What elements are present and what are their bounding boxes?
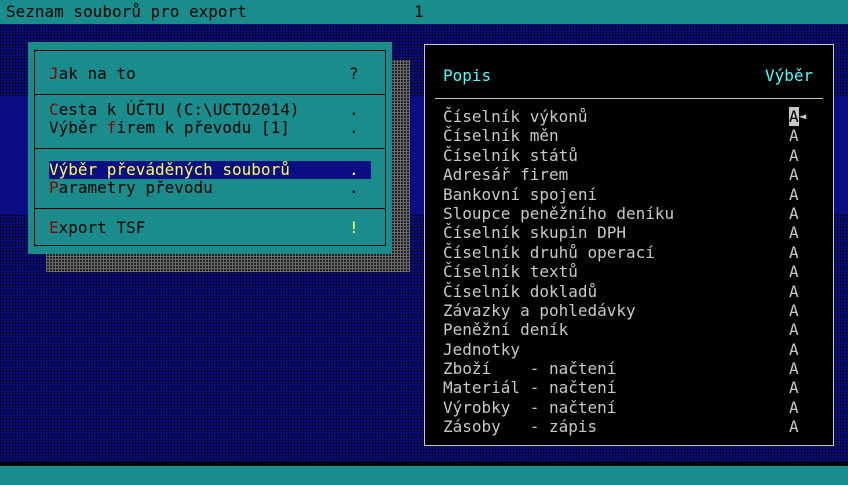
selection-value[interactable]: A xyxy=(789,243,799,262)
menu-mark: . xyxy=(349,178,359,197)
list-item[interactable]: Závazky a pohledávky A xyxy=(443,301,819,320)
list-item[interactable]: Materiál - načtení A xyxy=(443,378,819,397)
file-name: Jednotky xyxy=(443,339,521,359)
selection-value[interactable]: A xyxy=(789,107,799,126)
title-bar: Seznam souborů pro export 1 xyxy=(0,0,848,24)
hotkey: f xyxy=(106,118,117,137)
hotkey: J xyxy=(49,64,59,83)
selection-value[interactable]: A xyxy=(789,282,799,301)
status-bar xyxy=(0,466,848,485)
file-name: Zásoby - zápis xyxy=(443,417,598,437)
hotkey: E xyxy=(49,218,59,237)
list-item[interactable]: Adresář firem A xyxy=(443,165,819,184)
menu-item-vyber-souboru[interactable]: Výběr převáděných souborů xyxy=(49,161,290,179)
header-selection: Výběr xyxy=(765,66,814,85)
menu-mark: . xyxy=(349,160,359,179)
list-item[interactable]: Zásoby - zápis A xyxy=(443,417,819,436)
file-name: Číselník dokladů xyxy=(443,281,598,301)
file-name: Číselník výkonů xyxy=(443,107,588,126)
selection-value[interactable]: A xyxy=(789,185,799,204)
selection-value[interactable]: A xyxy=(789,417,799,436)
selection-value[interactable]: A xyxy=(789,398,799,417)
file-name: Číselník měn xyxy=(443,126,559,146)
menu-item-label: xport TSF xyxy=(58,218,146,237)
file-list-panel: Popis Výběr Číselník výkonů A ◄ Číselník m… xyxy=(424,44,834,446)
list-item[interactable]: Číselník výkonů A ◄ xyxy=(443,107,819,126)
window-title: Seznam souborů pro export xyxy=(6,2,247,21)
file-list: Číselník výkonů A ◄ Číselník měn A Číselník… xyxy=(443,107,819,437)
list-item[interactable]: Peněžní deník A xyxy=(443,320,819,339)
menu-item-export-tsf[interactable]: Export TSF xyxy=(49,219,145,237)
file-name: Peněžní deník xyxy=(443,320,569,340)
menu-frame: Jak na to ? Cesta k ÚČTU (C:\UCTO2014) .… xyxy=(34,50,386,246)
list-item[interactable]: Jednotky A xyxy=(443,340,819,359)
list-item[interactable]: Číselník skupin DPH A xyxy=(443,223,819,242)
selection-value[interactable]: A xyxy=(789,146,799,165)
header-description: Popis xyxy=(443,66,492,85)
menu-item-vyber-firem[interactable]: Výběr firem k převodu [1] xyxy=(49,119,290,137)
list-item[interactable]: Sloupce peněžního deníku A xyxy=(443,204,819,223)
selection-value[interactable]: A xyxy=(789,320,799,339)
help-mark: ? xyxy=(349,64,359,83)
hotkey: C xyxy=(49,100,59,119)
file-name: Bankovní spojení xyxy=(443,184,598,204)
menu-mark: . xyxy=(349,100,359,119)
menu-item-label-pre: Výběr xyxy=(49,118,107,137)
selection-value[interactable]: A xyxy=(789,223,799,242)
menu-mark: ! xyxy=(349,218,359,237)
selection-value[interactable]: A xyxy=(789,301,799,320)
menu-separator xyxy=(35,148,385,149)
menu-separator xyxy=(35,94,385,95)
header-divider xyxy=(435,98,823,99)
hotkey: P xyxy=(49,178,59,197)
file-name: Číselník druhů operací xyxy=(443,242,655,262)
list-item[interactable]: Číselník dokladů A xyxy=(443,282,819,301)
selection-value[interactable]: A xyxy=(789,262,799,281)
file-name: Adresář firem xyxy=(443,165,569,185)
menu-item-parametry[interactable]: Parametry převodu xyxy=(49,179,213,197)
file-name: Sloupce peněžního deníku xyxy=(443,203,675,223)
list-item[interactable]: Bankovní spojení A xyxy=(443,185,819,204)
list-item[interactable]: Výrobky - načtení A xyxy=(443,398,819,417)
file-name: Výrobky - načtení xyxy=(443,397,617,417)
menu-mark: . xyxy=(349,118,359,137)
menu-separator xyxy=(35,208,385,209)
file-name: Číselník textů xyxy=(443,262,578,282)
selection-value[interactable]: A xyxy=(789,165,799,184)
menu-item-label: esta k ÚČTU (C:\UCTO2014) xyxy=(58,100,300,119)
list-item[interactable]: Číselník druhů operací A xyxy=(443,243,819,262)
list-item[interactable]: Zboží - načtení A xyxy=(443,359,819,378)
selection-value[interactable]: A xyxy=(789,359,799,378)
menu-item-label: arametry převodu xyxy=(58,178,213,197)
cursor-arrow-icon: ◄ xyxy=(799,109,807,123)
selection-value[interactable]: A xyxy=(789,126,799,145)
main-menu: Jak na to ? Cesta k ÚČTU (C:\UCTO2014) .… xyxy=(28,42,392,254)
file-name: Zboží - načtení xyxy=(443,359,617,379)
menu-item-cesta[interactable]: Cesta k ÚČTU (C:\UCTO2014) xyxy=(49,101,299,119)
list-item[interactable]: Číselník měn A xyxy=(443,126,819,145)
file-name: Závazky a pohledávky xyxy=(443,300,636,320)
title-number: 1 xyxy=(414,2,424,21)
menu-item-label: ak na to xyxy=(58,64,136,83)
menu-item-jak-na-to[interactable]: Jak na to xyxy=(49,65,136,83)
list-item[interactable]: Číselník států A xyxy=(443,146,819,165)
file-name: Materiál - načtení xyxy=(443,378,617,398)
list-item[interactable]: Číselník textů A xyxy=(443,262,819,281)
selection-value[interactable]: A xyxy=(789,378,799,397)
selection-value[interactable]: A xyxy=(789,340,799,359)
file-name: Číselník států xyxy=(443,145,578,165)
file-name: Číselník skupin DPH xyxy=(443,223,627,243)
menu-item-label: irem k převodu [1] xyxy=(116,118,290,137)
selection-value[interactable]: A xyxy=(789,204,799,223)
